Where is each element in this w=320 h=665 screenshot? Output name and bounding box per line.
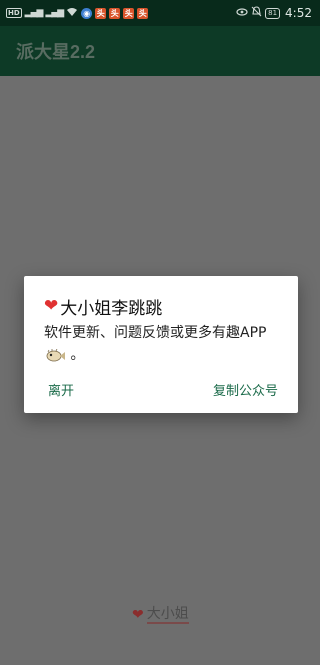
dialog-message-suffix: 。	[70, 347, 85, 363]
bell-muted-icon	[251, 6, 262, 20]
heart-icon: ❤	[132, 607, 144, 623]
browser-app-icon: ◉	[81, 7, 93, 19]
app-icon-1: 头	[95, 7, 107, 19]
cell-signal-icon: ▂▄▆	[24, 8, 44, 18]
pufferfish-icon	[44, 348, 66, 362]
battery-icon: 81	[265, 7, 281, 19]
app-icon-4: 头	[137, 7, 149, 19]
cell-signal-2-icon: ▂▄▆	[45, 8, 64, 18]
dialog-title-text: 大小姐李跳跳	[60, 299, 163, 319]
bottom-logo-label: 大小姐	[146, 606, 189, 624]
app-title: 派大星2.2	[16, 42, 96, 62]
dialog-message-text: 软件更新、问题反馈或更多有趣APP	[44, 325, 267, 341]
heart-icon: ❤	[44, 296, 59, 316]
wifi-icon	[66, 7, 78, 20]
app-icon-3: 头	[123, 7, 135, 19]
dialog-message: 软件更新、问题反馈或更多有趣APP 。	[44, 322, 284, 366]
update-dialog: ❤ 大小姐李跳跳 软件更新、问题反馈或更多有趣APP 。 离开 复制公众号	[24, 276, 298, 413]
status-right: 81 4:52	[236, 6, 312, 20]
leave-button[interactable]: 离开	[48, 380, 74, 399]
status-bar: HD ▂▄▆ ▂▄▆ ◉ 头 头 头 头 81 4:52	[0, 0, 320, 26]
bottom-logo: ❤ 大小姐	[132, 606, 189, 624]
app-icon-2: 头	[109, 7, 121, 19]
clock: 4:52	[285, 6, 312, 20]
status-left: HD ▂▄▆ ▂▄▆ ◉ 头 头 头 头	[6, 7, 149, 20]
dialog-title: ❤ 大小姐李跳跳	[44, 294, 163, 320]
app-bar: 派大星2.2	[0, 26, 320, 76]
hd-indicator: HD	[6, 8, 22, 18]
copy-account-button[interactable]: 复制公众号	[213, 380, 278, 399]
eye-icon	[236, 7, 248, 20]
